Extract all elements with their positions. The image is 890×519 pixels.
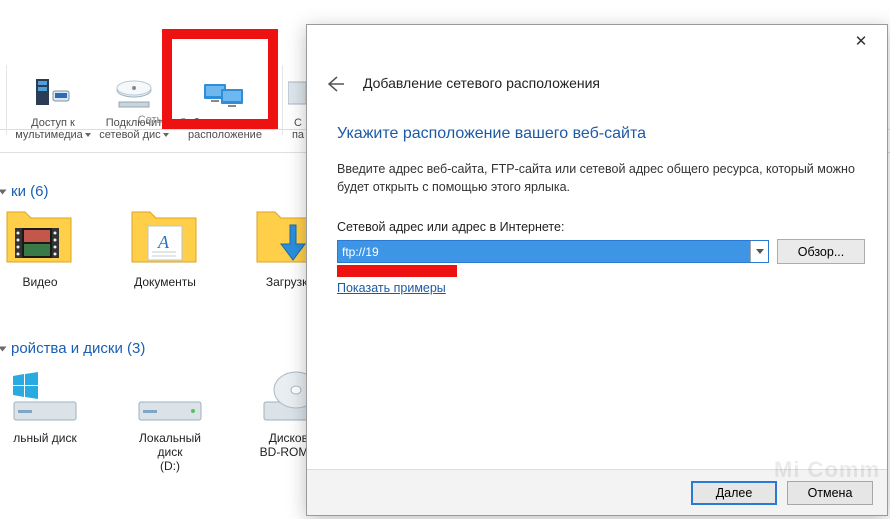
add-network-location-wizard: ✕ Добавление сетевого расположения Укажи… — [306, 24, 888, 516]
ribbon-label: па — [292, 129, 304, 141]
svg-text:A: A — [157, 232, 170, 252]
drive-icon — [133, 370, 208, 425]
back-button[interactable] — [325, 75, 349, 99]
section-title: ройства и диски (3) — [11, 340, 145, 357]
ribbon-media-access[interactable]: Доступ к мультимедиа — [14, 75, 92, 141]
section-title: ки (6) — [11, 183, 48, 200]
ribbon-label: расположение — [188, 129, 262, 141]
folder-label: Видео — [22, 275, 57, 289]
panel-icon — [288, 75, 308, 115]
drive-windows-icon — [8, 370, 83, 425]
wizard-description: Введите адрес веб-сайта, FTP-сайта или с… — [337, 160, 859, 196]
folder-video-icon — [5, 210, 75, 270]
annotation-redaction — [337, 265, 457, 277]
arrow-left-icon — [325, 75, 345, 93]
folder-label: Документы — [134, 275, 196, 289]
chevron-down-icon — [85, 133, 91, 137]
drive-local-d[interactable]: Локальный диск (D:) — [125, 370, 215, 473]
section-header-drives[interactable]: ройства и диски (3) — [0, 340, 145, 357]
ribbon-label: С — [294, 117, 302, 129]
show-examples-link[interactable]: Показать примеры — [337, 281, 446, 295]
drive-local-c[interactable]: льный диск — [0, 370, 90, 473]
wizard-footer: Далее Отмена — [307, 469, 887, 515]
chevron-down-icon — [0, 347, 7, 352]
wizard-heading: Укажите расположение вашего веб-сайта — [337, 125, 646, 143]
drives-list: льный диск Локальный диск (D:) BD Дисков… — [0, 370, 340, 473]
next-button[interactable]: Далее — [691, 481, 777, 505]
ribbon-label: сетевой дис — [99, 129, 160, 141]
folder-documents[interactable]: A Документы — [125, 210, 205, 289]
cancel-button[interactable]: Отмена — [787, 481, 873, 505]
address-dropdown-button[interactable] — [750, 241, 768, 262]
wizard-title: Добавление сетевого расположения — [363, 75, 600, 91]
chevron-down-icon — [163, 133, 169, 137]
folder-documents-icon: A — [130, 210, 200, 270]
annotation-highlight — [162, 29, 278, 129]
drive-label: Локальный диск — [139, 431, 201, 459]
ribbon-item-cut[interactable]: С па — [288, 75, 308, 141]
folders-list: Видео A Документы Загрузки — [0, 210, 330, 289]
drive-label: (D:) — [160, 459, 180, 473]
chevron-down-icon — [756, 249, 764, 254]
drive-label: льный диск — [13, 431, 77, 445]
media-server-icon — [14, 75, 92, 115]
chevron-down-icon — [0, 190, 7, 195]
folder-videos[interactable]: Видео — [0, 210, 80, 289]
close-button[interactable]: ✕ — [841, 29, 881, 57]
address-input[interactable] — [338, 241, 750, 262]
address-field-label: Сетевой адрес или адрес в Интернете: — [337, 220, 564, 234]
ribbon-label: Доступ к — [31, 117, 75, 129]
section-header-folders[interactable]: ки (6) — [0, 183, 48, 200]
ribbon-label: мультимедиа — [15, 129, 83, 141]
address-combobox[interactable] — [337, 240, 769, 263]
browse-button[interactable]: Обзор... — [777, 239, 865, 264]
